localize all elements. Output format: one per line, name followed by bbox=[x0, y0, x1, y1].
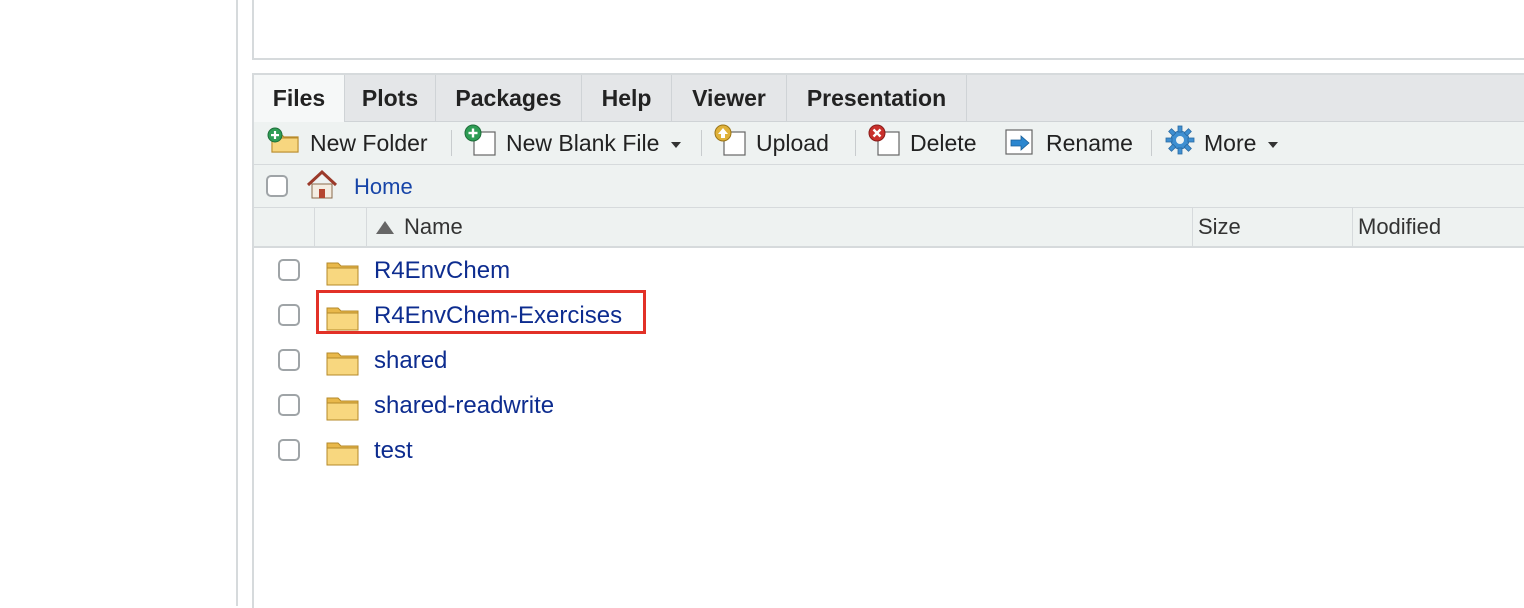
new-file-icon bbox=[462, 124, 498, 162]
highlight-box bbox=[316, 290, 646, 334]
column-header-modified[interactable]: Modified bbox=[1358, 208, 1441, 246]
chevron-down-icon bbox=[1268, 141, 1279, 148]
file-row[interactable]: test bbox=[254, 428, 1524, 473]
file-list-header: Name Size Modified bbox=[254, 208, 1524, 248]
tab-viewer[interactable]: Viewer bbox=[672, 75, 787, 121]
tab-help[interactable]: Help bbox=[582, 75, 672, 121]
breadcrumb: Home bbox=[254, 165, 1524, 209]
pane-gap bbox=[238, 0, 252, 606]
delete-button[interactable]: Delete bbox=[866, 122, 976, 164]
toolbar-separator bbox=[855, 130, 856, 156]
folder-icon bbox=[326, 395, 360, 426]
column-divider bbox=[314, 208, 315, 246]
file-name-link[interactable]: shared bbox=[374, 347, 447, 375]
select-all-checkbox[interactable] bbox=[266, 175, 288, 197]
toolbar-separator bbox=[1151, 130, 1152, 156]
tab-files[interactable]: Files bbox=[254, 75, 345, 122]
folder-icon bbox=[326, 260, 360, 291]
file-row-checkbox[interactable] bbox=[278, 259, 300, 281]
rename-label: Rename bbox=[1046, 129, 1133, 156]
rename-icon bbox=[1002, 124, 1038, 162]
folder-icon bbox=[326, 440, 360, 471]
files-pane: Files Plots Packages Help Viewer Present… bbox=[252, 73, 1524, 608]
file-row-checkbox[interactable] bbox=[278, 304, 300, 326]
source-pane bbox=[252, 0, 1524, 60]
column-divider bbox=[1352, 208, 1353, 246]
folder-icon bbox=[326, 350, 360, 381]
file-row[interactable]: shared bbox=[254, 338, 1524, 383]
upload-button[interactable]: Upload bbox=[712, 122, 829, 164]
new-blank-file-label: New Blank File bbox=[506, 129, 660, 156]
toolbar-separator bbox=[701, 130, 702, 156]
column-header-name-label: Name bbox=[404, 214, 463, 239]
more-label: More bbox=[1204, 129, 1257, 156]
chevron-down-icon bbox=[671, 141, 682, 148]
home-icon[interactable] bbox=[304, 169, 340, 206]
more-button[interactable]: More bbox=[1164, 122, 1279, 164]
files-toolbar: New Folder New Blank File Upload Delete … bbox=[254, 122, 1524, 165]
column-header-size[interactable]: Size bbox=[1198, 208, 1241, 246]
file-name-link[interactable]: R4EnvChem bbox=[374, 257, 510, 285]
rename-button[interactable]: Rename bbox=[1002, 122, 1133, 164]
upload-icon bbox=[712, 124, 748, 162]
upload-label: Upload bbox=[756, 129, 829, 156]
new-folder-button[interactable]: New Folder bbox=[266, 122, 428, 164]
file-name-link[interactable]: shared-readwrite bbox=[374, 392, 554, 420]
toolbar-separator bbox=[451, 130, 452, 156]
left-pane bbox=[0, 0, 238, 606]
tab-packages[interactable]: Packages bbox=[436, 75, 582, 121]
new-blank-file-button[interactable]: New Blank File bbox=[462, 122, 682, 164]
delete-label: Delete bbox=[910, 129, 977, 156]
file-row-checkbox[interactable] bbox=[278, 349, 300, 371]
file-row[interactable]: R4EnvChem bbox=[254, 248, 1524, 293]
tab-plots[interactable]: Plots bbox=[345, 75, 436, 121]
column-divider bbox=[1192, 208, 1193, 246]
file-row[interactable]: shared-readwrite bbox=[254, 383, 1524, 428]
column-divider bbox=[366, 208, 367, 246]
gear-icon bbox=[1164, 124, 1196, 162]
new-folder-icon bbox=[266, 126, 302, 160]
new-folder-label: New Folder bbox=[310, 129, 428, 156]
sort-ascending-icon bbox=[376, 220, 394, 234]
delete-icon bbox=[866, 124, 902, 162]
file-row-checkbox[interactable] bbox=[278, 439, 300, 461]
breadcrumb-home-link[interactable]: Home bbox=[354, 174, 413, 200]
pane-tabbar: Files Plots Packages Help Viewer Present… bbox=[254, 75, 1524, 122]
column-header-name[interactable]: Name bbox=[376, 208, 463, 246]
file-row[interactable]: R4EnvChem-Exercises bbox=[254, 290, 1524, 338]
file-row-checkbox[interactable] bbox=[278, 394, 300, 416]
tab-presentation[interactable]: Presentation bbox=[787, 75, 967, 121]
file-name-link[interactable]: test bbox=[374, 437, 413, 465]
